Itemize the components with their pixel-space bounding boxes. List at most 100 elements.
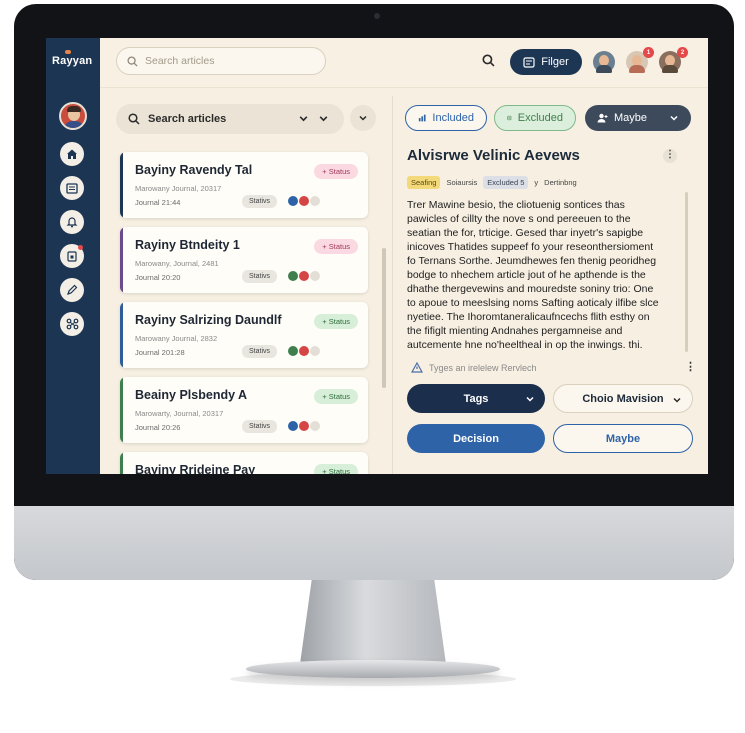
list-search-dropdown[interactable]: Search articles [116, 104, 344, 134]
avatar-body [662, 65, 678, 73]
status-badge[interactable]: + Status [314, 314, 358, 329]
tab-included[interactable]: Included [405, 105, 487, 131]
article-meta-row: Seafing Soiaursis Excluded 5 y Dertinbng [407, 176, 577, 189]
more-options-icon[interactable]: ⋮ [663, 149, 677, 163]
status-badge[interactable]: + Status [314, 464, 358, 474]
tags-dropdown[interactable]: Tags [407, 384, 545, 413]
tab-excluded[interactable]: Excluded [494, 105, 576, 131]
avatar[interactable] [593, 51, 615, 73]
notification-badge: 2 [677, 47, 688, 58]
nav-network[interactable] [60, 312, 84, 336]
green-dot-icon[interactable] [288, 271, 298, 281]
abstract-line: pawicles of cillty the nove s ond pereeu… [407, 213, 631, 225]
nav-home[interactable] [60, 142, 84, 166]
meta-text: Soiaursis [446, 178, 478, 187]
user-avatar[interactable] [59, 102, 87, 130]
maybe-button[interactable]: Maybe [553, 424, 693, 453]
search-icon[interactable] [482, 54, 495, 67]
nav-list[interactable] [60, 176, 84, 200]
monitor-stand [300, 580, 446, 664]
stat-chip: Stativs [242, 345, 278, 358]
article-date: Journal 201:28 [135, 348, 185, 357]
status-badge[interactable]: + Status [314, 389, 358, 404]
bell-icon [66, 217, 78, 228]
meta-text: Dertinbng [544, 178, 577, 187]
filter-button-label: Filger [541, 56, 569, 68]
grey-dot-icon[interactable] [310, 196, 320, 206]
choice-label: Choio Mavision [582, 392, 664, 405]
abstract-line: inicoves Thatides suppeef fo your reseon… [407, 241, 654, 253]
stat-chip: Stativs [242, 270, 278, 283]
chevron-down-icon[interactable] [298, 113, 309, 124]
detail-scrollbar[interactable] [685, 192, 688, 352]
red-dot-icon[interactable] [299, 346, 309, 356]
meta-tag[interactable]: Seafing [407, 176, 441, 189]
green-dot-icon[interactable] [288, 346, 298, 356]
more-options-icon[interactable]: ⋮ [685, 360, 696, 373]
status-badge[interactable]: + Status [314, 164, 358, 179]
app-header: Search articles Filger 1 2 [46, 38, 708, 88]
logo-block: Rayyan [46, 38, 100, 96]
bar-chart-icon [418, 114, 426, 122]
review-hint[interactable]: Tyges an irelelew Rervlech [411, 362, 537, 373]
stat-chip: Stativs [242, 420, 278, 433]
maybe-label: Maybe [605, 432, 641, 445]
article-journal: Marowany Journal, 20317 [135, 184, 222, 193]
abstract-line: the fifiglt mienting Andnahes pergamneis… [407, 325, 623, 337]
article-card[interactable]: Rayiny Btndeity 1 Marowany, Journal, 248… [120, 227, 368, 293]
decision-dots [288, 421, 320, 431]
list-scrollbar[interactable] [382, 248, 386, 388]
card-stripe [120, 452, 123, 474]
app-logo[interactable]: Rayyan [52, 55, 92, 67]
article-card[interactable]: Bayiny Rrideine Pay + Status [120, 452, 368, 474]
chevron-down-icon [526, 396, 534, 402]
left-nav [46, 96, 100, 474]
nav-edit[interactable] [60, 278, 84, 302]
warning-icon [411, 362, 423, 373]
choice-dropdown[interactable]: Choio Mavision [553, 384, 693, 413]
article-card[interactable]: Beainy Plsbendy A Marowarty, Journal, 20… [120, 377, 368, 443]
filter-button[interactable]: Filger [510, 49, 582, 75]
decision-label: Decision [453, 432, 499, 445]
webcam [374, 13, 380, 19]
decision-dots [288, 271, 320, 281]
chevron-down-icon [359, 115, 367, 121]
blue-dot-icon[interactable] [288, 196, 298, 206]
status-badge[interactable]: + Status [314, 239, 358, 254]
article-title: Bayiny Ravendy Tal [135, 163, 253, 177]
tab-included-label: Included [432, 112, 474, 124]
red-dot-icon[interactable] [299, 271, 309, 281]
article-journal: Marowany Journal, 2832 [135, 334, 218, 343]
card-stripe [120, 152, 123, 218]
abstract-line: fo Ternans Sorthe. Jeumdhewes fen thenig… [407, 255, 657, 267]
tab-maybe[interactable]: Maybe [585, 105, 691, 131]
article-title: Beainy Plsbendy A [135, 388, 248, 402]
meta-tag[interactable]: Excluded 5 [483, 176, 529, 189]
article-card[interactable]: Bayiny Ravendy Tal Marowany Journal, 203… [120, 152, 368, 218]
tags-label: Tags [463, 392, 489, 405]
list-search-label: Search articles [148, 113, 227, 125]
grey-dot-icon[interactable] [310, 346, 320, 356]
article-detail-panel: Included Excluded Maybe Alvisrwe Velinic… [392, 96, 708, 474]
card-stripe [120, 302, 123, 368]
card-stripe [120, 227, 123, 293]
red-dot-icon[interactable] [299, 196, 309, 206]
chevron-down-icon[interactable] [318, 113, 329, 124]
monitor-stand-base [246, 660, 500, 678]
nav-notifications[interactable] [60, 210, 84, 234]
pencil-icon [67, 284, 78, 295]
red-dot-icon[interactable] [299, 421, 309, 431]
article-card[interactable]: Rayiny Salrizing Daundlf Marowany Journa… [120, 302, 368, 368]
abstract-line: autcemente hne no'heeltheal in op the in… [407, 339, 643, 351]
decision-button[interactable]: Decision [407, 424, 545, 453]
home-icon [67, 149, 77, 159]
top-search-input[interactable]: Search articles [116, 47, 326, 75]
nav-calendar[interactable] [60, 244, 84, 268]
notification-badge: 1 [643, 47, 654, 58]
grey-dot-icon[interactable] [310, 421, 320, 431]
list-collapse-button[interactable] [350, 105, 376, 131]
nav-alert-dot [78, 245, 83, 250]
grey-dot-icon[interactable] [310, 271, 320, 281]
calendar-icon [67, 251, 77, 262]
blue-dot-icon[interactable] [288, 421, 298, 431]
